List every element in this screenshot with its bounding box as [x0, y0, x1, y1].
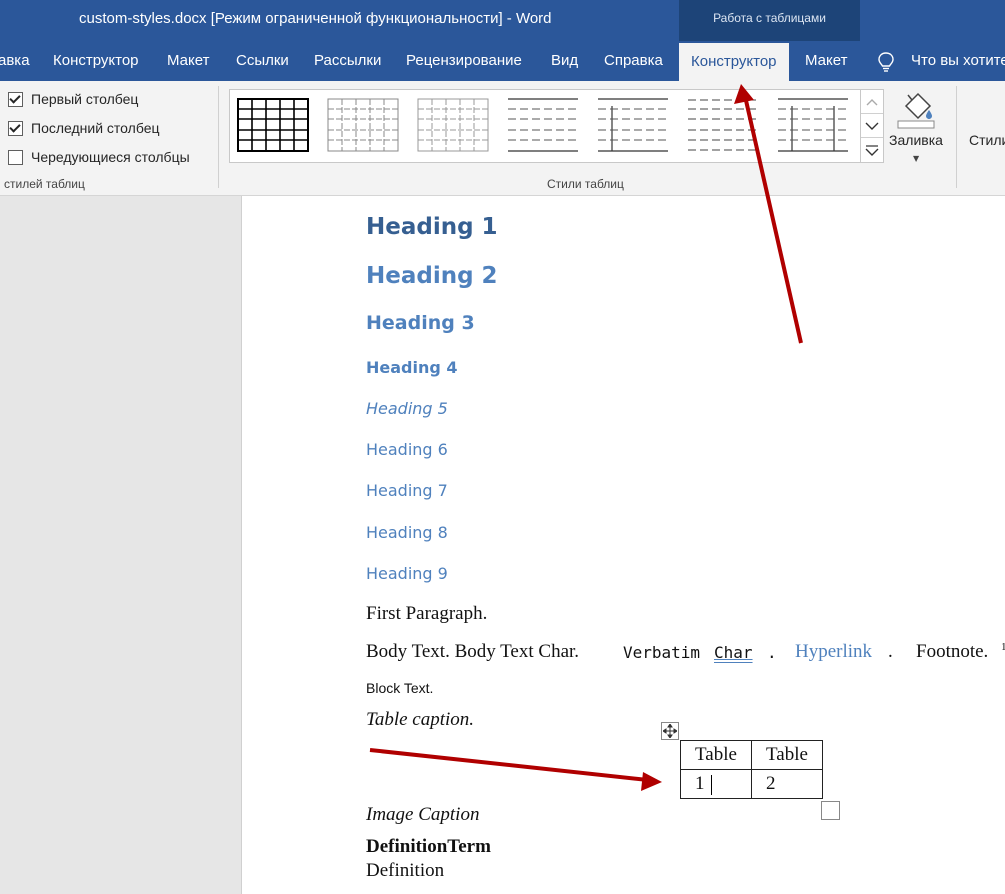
checkbox-last-column[interactable]	[8, 120, 23, 136]
paint-bucket-icon	[897, 92, 935, 129]
ribbon-group-divider-2	[956, 86, 957, 188]
heading-6[interactable]: Heading 6	[366, 440, 448, 459]
window-title: custom-styles.docx [Режим ограниченной ф…	[79, 10, 552, 27]
heading-2[interactable]: Heading 2	[366, 263, 498, 289]
document-table[interactable]: Table Table 1 2	[680, 740, 823, 799]
table-style-options-group-label: стилей таблиц	[4, 177, 85, 191]
tab-table-layout[interactable]: Макет	[805, 41, 847, 81]
table-move-handle[interactable]	[661, 722, 679, 740]
table-cell[interactable]: Table	[680, 740, 752, 770]
heading-7[interactable]: Heading 7	[366, 481, 448, 500]
table-style-plain[interactable]	[417, 98, 489, 152]
table-row: 1 2	[680, 769, 823, 799]
chevron-up-icon	[866, 98, 878, 105]
table-style-light-grid[interactable]	[327, 98, 399, 152]
table-cell[interactable]: 1	[680, 769, 752, 799]
option-first-column[interactable]: Первый столбец	[8, 88, 138, 110]
tab-view[interactable]: Вид	[551, 41, 578, 81]
table-style-grid[interactable]	[237, 98, 309, 152]
lightbulb-icon[interactable]	[877, 52, 895, 72]
last-column-label: Последний столбец	[31, 120, 160, 136]
footnote-text[interactable]: Footnote.	[916, 641, 988, 663]
heading-8[interactable]: Heading 8	[366, 523, 448, 542]
cell-text: 1	[695, 773, 705, 794]
table-styles-group-label: Стили таблиц	[547, 177, 624, 191]
tab-references[interactable]: Ссылки	[236, 41, 289, 81]
first-column-label: Первый столбец	[31, 91, 139, 107]
chevron-down-icon	[865, 122, 879, 130]
heading-3[interactable]: Heading 3	[366, 312, 475, 334]
verbatim-text[interactable]: Verbatim	[623, 643, 700, 662]
document-page[interactable]	[242, 196, 1005, 894]
tab-table-design[interactable]: Конструктор	[679, 43, 789, 81]
tab-insert-partial[interactable]: авка	[0, 41, 30, 81]
table-caption[interactable]: Table caption.	[366, 709, 474, 731]
text-cursor	[710, 774, 712, 795]
border-styles-button[interactable]: Стили	[969, 132, 1005, 148]
move-arrows-icon	[663, 724, 677, 738]
shading-button[interactable]: Заливка ▼	[884, 88, 948, 172]
tab-design[interactable]: Конструктор	[53, 41, 139, 81]
table-style-list[interactable]	[687, 98, 759, 152]
block-text[interactable]: Block Text.	[366, 680, 433, 696]
expand-gallery-icon	[865, 144, 879, 156]
banded-columns-label: Чередующиеся столбцы	[31, 149, 190, 165]
table-resize-handle[interactable]	[821, 801, 840, 820]
document-left-margin-area	[0, 196, 242, 894]
table-style-first-column[interactable]	[597, 98, 669, 152]
table-style-columns[interactable]	[777, 98, 849, 152]
tab-mailings[interactable]: Рассылки	[314, 41, 381, 81]
definition-term[interactable]: DefinitionTerm	[366, 836, 491, 858]
table-cell[interactable]: Table	[751, 740, 823, 770]
heading-1[interactable]: Heading 1	[366, 214, 498, 240]
heading-5[interactable]: Heading 5	[366, 399, 448, 418]
hyperlink-text[interactable]: Hyperlink	[795, 641, 872, 663]
heading-9[interactable]: Heading 9	[366, 564, 448, 583]
body-text[interactable]: Body Text. Body Text Char.	[366, 641, 579, 663]
shading-label: Заливка	[889, 132, 943, 148]
option-banded-columns[interactable]: Чередующиеся столбцы	[8, 146, 190, 168]
first-paragraph[interactable]: First Paragraph.	[366, 603, 487, 625]
checkbox-banded-columns[interactable]	[8, 149, 23, 165]
footnote-reference[interactable]: 1	[1001, 641, 1005, 653]
hyperlink-period: .	[888, 641, 893, 662]
tab-review[interactable]: Рецензирование	[406, 41, 522, 81]
checkbox-first-column[interactable]	[8, 91, 23, 107]
table-style-horizontal[interactable]	[507, 98, 579, 152]
gallery-scroll-down-button[interactable]	[861, 114, 883, 138]
table-styles-gallery	[229, 89, 861, 163]
tell-me-search[interactable]: Что вы хотите	[911, 41, 1005, 81]
gallery-more-button[interactable]	[861, 138, 883, 161]
verbatim-period: .	[767, 643, 777, 662]
context-group-label: Работа с таблицами	[713, 11, 826, 25]
ribbon-group-divider	[218, 86, 219, 188]
table-row: Table Table	[680, 740, 823, 770]
gallery-scroll-controls	[860, 89, 884, 163]
table-cell[interactable]: 2	[751, 769, 823, 799]
gallery-scroll-up-button[interactable]	[861, 90, 883, 114]
definition-text[interactable]: Definition	[366, 860, 444, 882]
tab-layout[interactable]: Макет	[167, 41, 209, 81]
caret-down-icon: ▼	[913, 154, 920, 163]
image-caption[interactable]: Image Caption	[366, 804, 479, 826]
tab-help[interactable]: Справка	[604, 41, 663, 81]
heading-4[interactable]: Heading 4	[366, 358, 458, 377]
verbatim-char-text[interactable]: Char	[714, 643, 753, 662]
option-last-column[interactable]: Последний столбец	[8, 117, 160, 139]
